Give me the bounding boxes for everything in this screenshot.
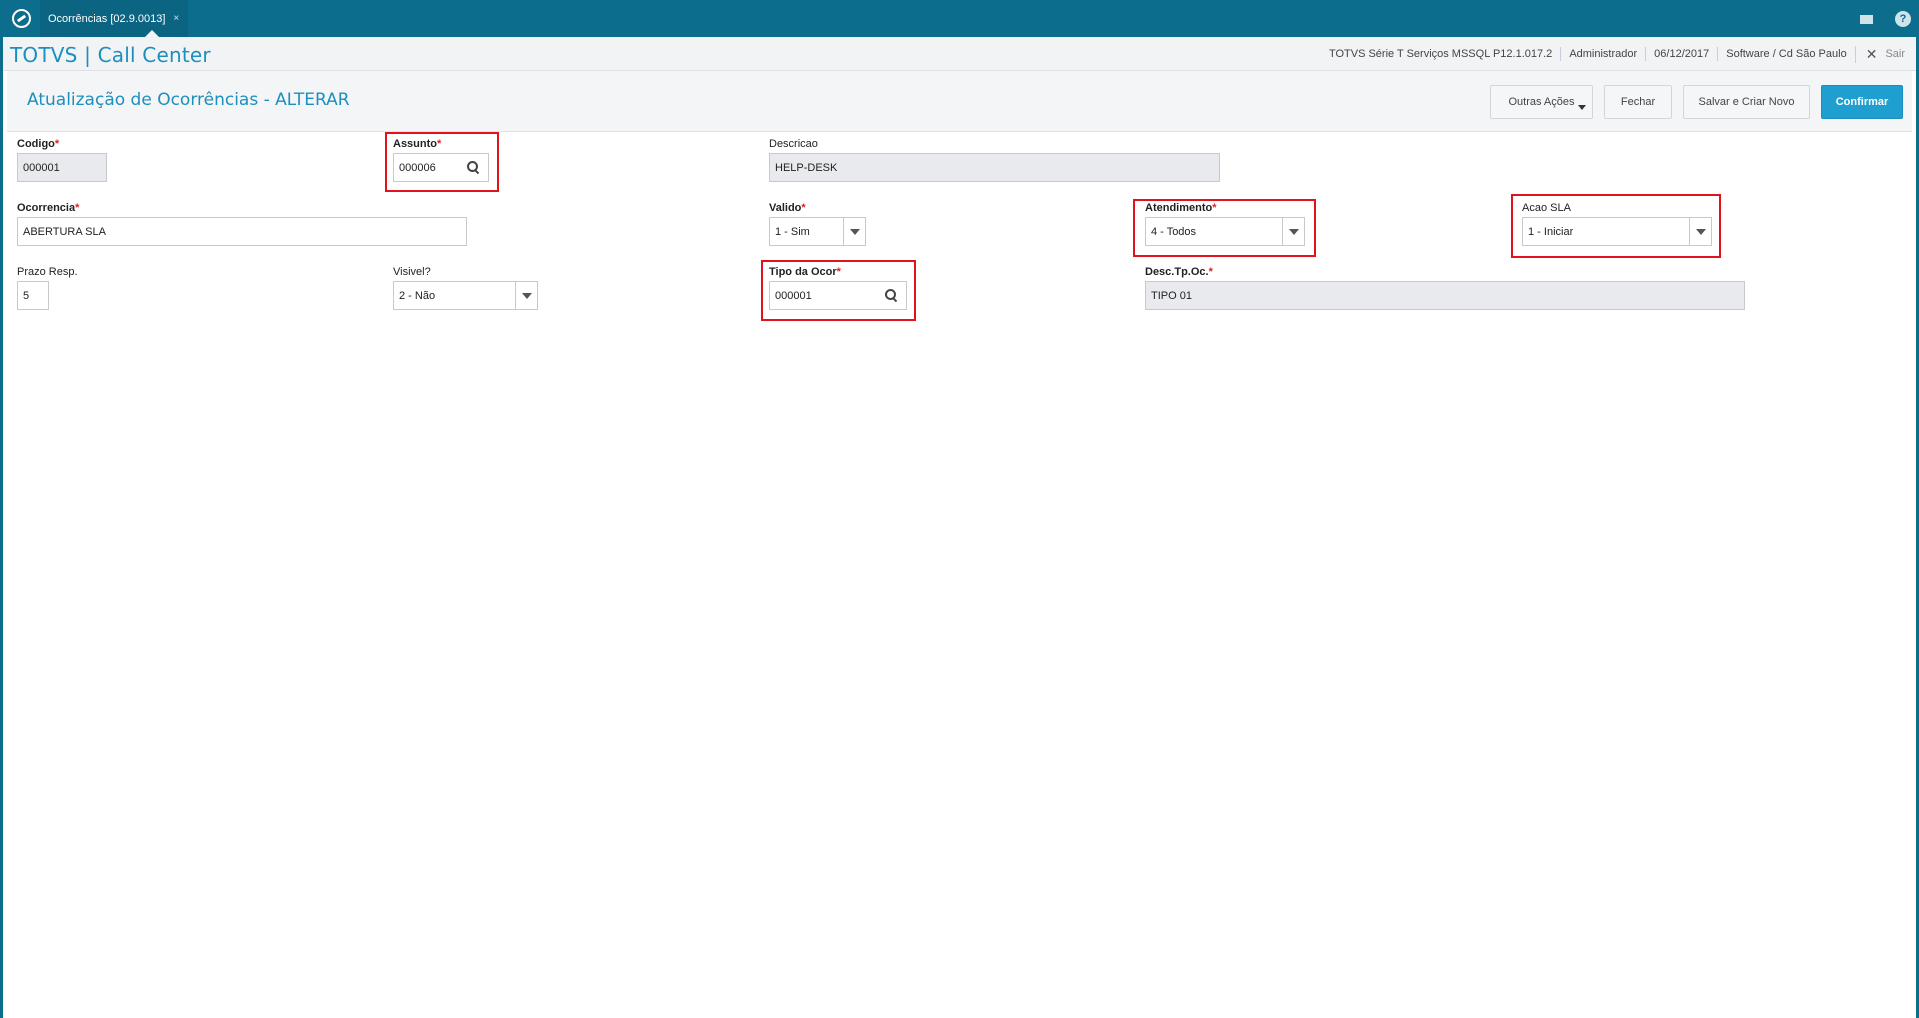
save-and-new-button[interactable]: Salvar e Criar Novo bbox=[1683, 85, 1810, 119]
highlight-assunto bbox=[385, 132, 499, 192]
header-info: TOTVS Série T Serviços MSSQL P12.1.017.2… bbox=[1321, 37, 1905, 71]
codigo-field[interactable]: 000001 bbox=[17, 153, 107, 182]
tab-close-icon[interactable]: × bbox=[173, 13, 179, 24]
window-frame-left bbox=[0, 0, 3, 1018]
session-date: 06/12/2017 bbox=[1645, 47, 1717, 61]
top-tab-bar: Ocorrências [02.9.0013] × ? bbox=[0, 0, 1919, 37]
logout-button[interactable]: ✕ Sair bbox=[1854, 45, 1905, 63]
user-name: Administrador bbox=[1560, 47, 1645, 61]
close-button[interactable]: Fechar bbox=[1604, 85, 1672, 119]
app-logo-icon[interactable] bbox=[12, 9, 31, 28]
confirm-button[interactable]: Confirmar bbox=[1821, 85, 1903, 119]
form-area: Codigo* 000001 Assunto* 000006 Descricao… bbox=[0, 132, 1919, 1018]
highlight-acao-sla bbox=[1511, 194, 1721, 258]
descricao-label: Descricao bbox=[769, 138, 818, 150]
page-header: Atualização de Ocorrências - ALTERAR Out… bbox=[7, 71, 1912, 132]
logout-label: Sair bbox=[1885, 48, 1905, 60]
app-header: TOTVS | Call Center TOTVS Série T Serviç… bbox=[0, 37, 1919, 71]
other-actions-button[interactable]: Outras Ações bbox=[1490, 85, 1593, 119]
chevron-down-icon[interactable] bbox=[843, 218, 865, 245]
prazo-field[interactable]: 5 bbox=[17, 281, 49, 310]
desc-tp-field[interactable]: TIPO 01 bbox=[1145, 281, 1745, 310]
app-brand: TOTVS | Call Center bbox=[10, 43, 211, 67]
tab-ocorrencias[interactable]: Ocorrências [02.9.0013] × bbox=[40, 0, 188, 37]
ocorrencia-field[interactable]: ABERTURA SLA bbox=[17, 217, 467, 246]
page-title: Atualização de Ocorrências - ALTERAR bbox=[27, 90, 350, 110]
mail-icon[interactable] bbox=[1858, 11, 1874, 27]
descricao-field[interactable]: HELP-DESK bbox=[769, 153, 1220, 182]
close-icon: ✕ bbox=[1865, 45, 1878, 62]
highlight-tipo-ocor bbox=[761, 260, 916, 321]
prazo-label: Prazo Resp. bbox=[17, 266, 78, 278]
ocorrencia-label: Ocorrencia* bbox=[17, 202, 80, 214]
codigo-label: Codigo* bbox=[17, 138, 60, 150]
help-icon[interactable]: ? bbox=[1895, 11, 1911, 27]
other-actions-label: Outras Ações bbox=[1508, 96, 1575, 108]
valido-select[interactable]: 1 - Sim bbox=[769, 217, 866, 246]
visivel-select[interactable]: 2 - Não bbox=[393, 281, 538, 310]
tab-title: Ocorrências [02.9.0013] bbox=[48, 12, 166, 25]
company-branch: Software / Cd São Paulo bbox=[1717, 47, 1854, 61]
system-info: TOTVS Série T Serviços MSSQL P12.1.017.2 bbox=[1328, 48, 1553, 60]
desc-tp-label: Desc.Tp.Oc.* bbox=[1145, 266, 1213, 278]
tab-pointer bbox=[145, 30, 159, 37]
visivel-label: Visivel? bbox=[393, 266, 431, 278]
chevron-down-icon bbox=[1578, 105, 1586, 110]
chevron-down-icon[interactable] bbox=[515, 282, 537, 309]
highlight-atendimento bbox=[1133, 199, 1316, 257]
valido-label: Valido* bbox=[769, 202, 806, 214]
